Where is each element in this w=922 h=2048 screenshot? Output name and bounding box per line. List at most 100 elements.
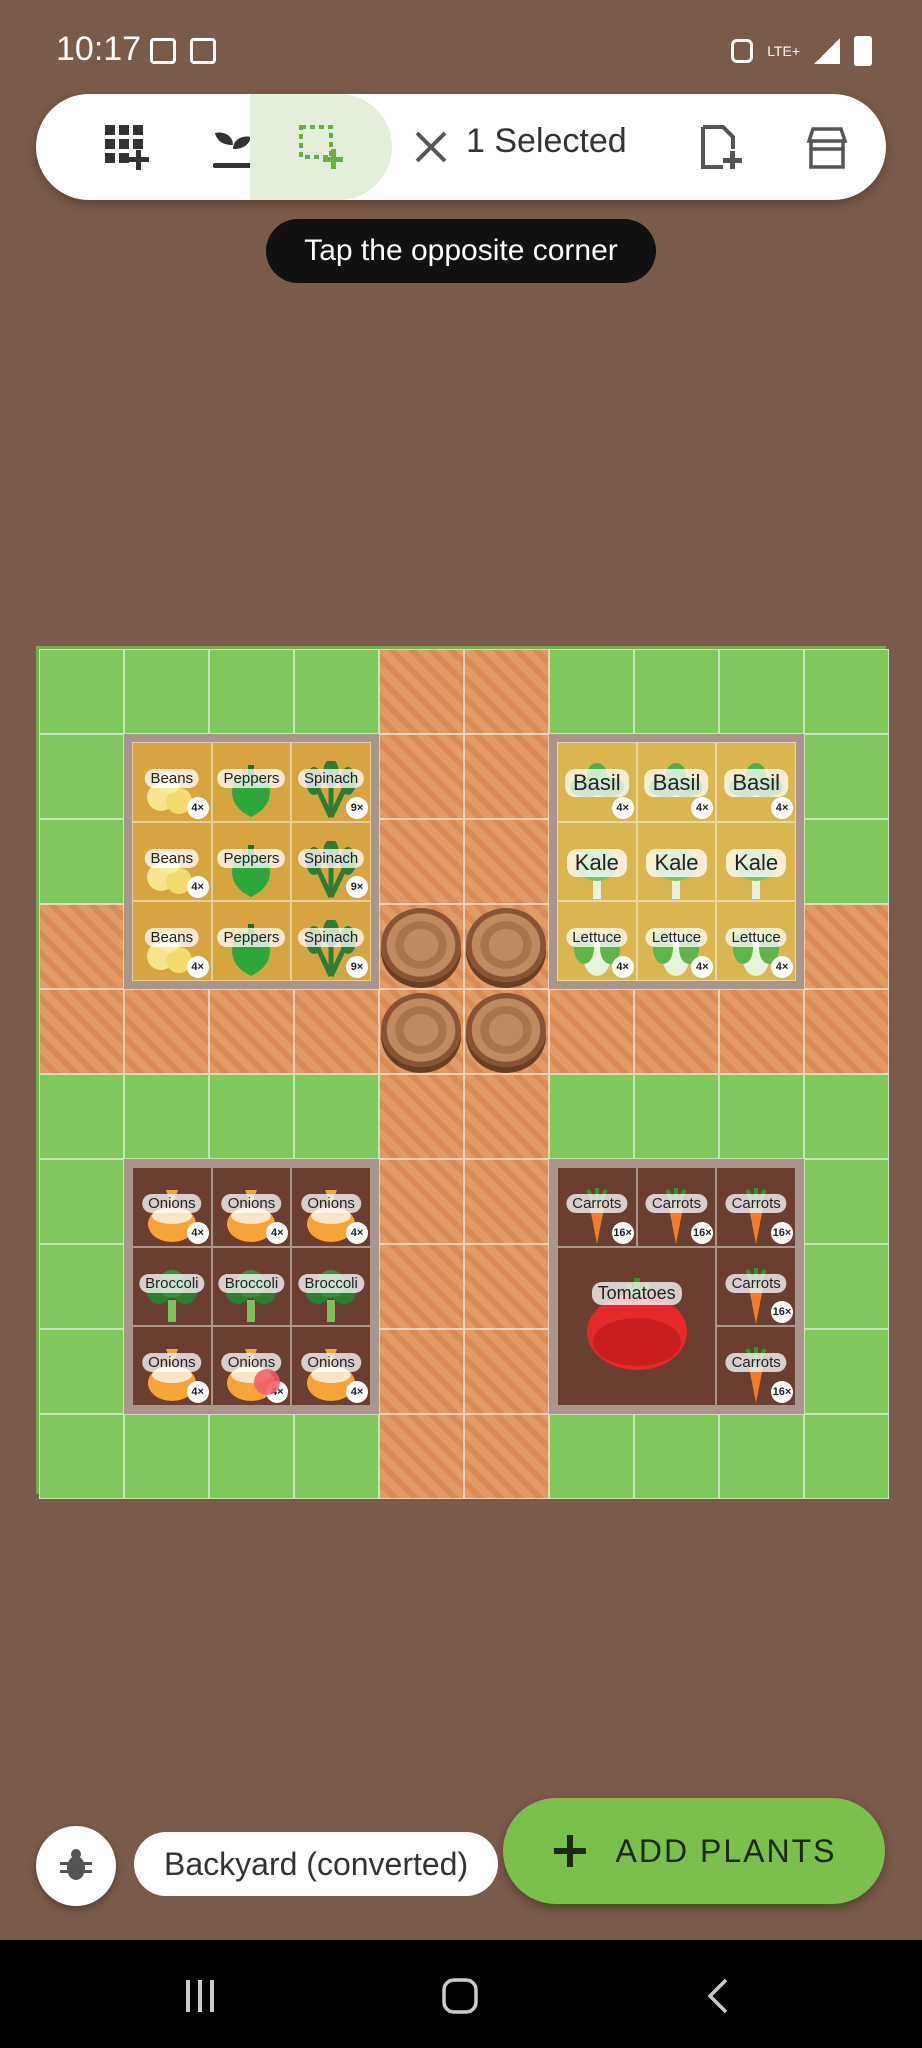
path-cell[interactable]	[464, 1244, 549, 1329]
back-icon[interactable]	[700, 1976, 740, 2016]
home-icon[interactable]	[440, 1976, 480, 2016]
path-cell[interactable]	[634, 989, 719, 1074]
plant-cell-basil[interactable]: Basil 4×	[557, 742, 637, 822]
tree-stump[interactable]	[381, 993, 461, 1067]
grass-cell[interactable]	[804, 1159, 889, 1244]
grass-cell[interactable]	[804, 1329, 889, 1414]
plant-cell-broccoli[interactable]: Broccoli	[132, 1246, 212, 1327]
path-cell[interactable]	[464, 1159, 549, 1244]
grass-cell[interactable]	[634, 649, 719, 734]
grass-cell[interactable]	[804, 819, 889, 904]
path-cell[interactable]	[379, 1329, 464, 1414]
grass-cell[interactable]	[39, 1074, 124, 1159]
plant-cell-kale[interactable]: Kale	[636, 821, 717, 902]
path-cell[interactable]	[464, 1414, 549, 1499]
debug-button[interactable]	[36, 1826, 116, 1906]
path-cell[interactable]	[379, 1074, 464, 1159]
tree-stump[interactable]	[381, 908, 461, 982]
plant-cell-broccoli[interactable]: Broccoli	[291, 1246, 371, 1327]
plant-cell-carrots[interactable]: Carrots 16×	[716, 1326, 796, 1406]
tree-stump[interactable]	[466, 993, 546, 1067]
grass-cell[interactable]	[719, 1414, 804, 1499]
grass-cell[interactable]	[294, 1074, 379, 1159]
path-cell[interactable]	[209, 989, 294, 1074]
path-cell[interactable]	[464, 819, 549, 904]
grass-cell[interactable]	[719, 649, 804, 734]
garden-grid[interactable]: Beans 4× Peppers Spinach 9× Beans 4× Peppers Spi…	[36, 646, 889, 1499]
plant-cell-carrots[interactable]: Carrots 16×	[716, 1167, 796, 1247]
recent-apps-icon[interactable]	[180, 1976, 220, 2016]
plant-cell-kale[interactable]: Kale	[716, 821, 796, 902]
path-cell[interactable]	[804, 989, 889, 1074]
plant-cell-onions[interactable]: Onions 4×	[211, 1167, 292, 1247]
grass-cell[interactable]	[804, 649, 889, 734]
path-cell[interactable]	[379, 819, 464, 904]
grass-cell[interactable]	[294, 1414, 379, 1499]
grass-cell[interactable]	[634, 1414, 719, 1499]
path-cell[interactable]	[719, 989, 804, 1074]
plant-cell-beans[interactable]: Beans 4×	[132, 742, 212, 822]
plant-cell-carrots[interactable]: Carrots 16×	[557, 1167, 637, 1247]
path-cell[interactable]	[379, 649, 464, 734]
path-cell[interactable]	[549, 989, 634, 1074]
grass-cell[interactable]	[39, 1329, 124, 1414]
add-plants-button[interactable]: ADD PLANTS	[503, 1798, 885, 1904]
grass-cell[interactable]	[124, 649, 209, 734]
plant-cell-onions[interactable]: Onions 4×	[291, 1326, 371, 1406]
path-cell[interactable]	[39, 904, 124, 989]
grass-cell[interactable]	[804, 1074, 889, 1159]
grass-cell[interactable]	[804, 1414, 889, 1499]
grass-cell[interactable]	[549, 649, 634, 734]
path-cell[interactable]	[124, 989, 209, 1074]
plant-cell-peppers[interactable]: Peppers	[211, 742, 292, 822]
grass-cell[interactable]	[294, 649, 379, 734]
path-cell[interactable]	[464, 1074, 549, 1159]
path-cell[interactable]	[804, 904, 889, 989]
garden-name-chip[interactable]: Backyard (converted)	[134, 1832, 499, 1896]
new-bed-button[interactable]	[668, 94, 774, 200]
path-cell[interactable]	[464, 1329, 549, 1414]
path-cell[interactable]	[464, 734, 549, 819]
grass-cell[interactable]	[804, 1244, 889, 1329]
path-cell[interactable]	[464, 649, 549, 734]
grass-cell[interactable]	[124, 1414, 209, 1499]
plant-cell-beans[interactable]: Beans 4×	[132, 821, 212, 902]
plant-cell-basil[interactable]: Basil 4×	[716, 742, 796, 822]
grass-cell[interactable]	[124, 1074, 209, 1159]
grass-cell[interactable]	[804, 734, 889, 819]
plant-cell-onions[interactable]: Onions 4×	[211, 1326, 292, 1406]
tree-stump[interactable]	[466, 908, 546, 982]
store-button[interactable]	[774, 94, 880, 200]
grass-cell[interactable]	[209, 1414, 294, 1499]
plant-cell-lettuce[interactable]: Lettuce 4×	[716, 901, 796, 981]
plant-cell-peppers[interactable]: Peppers	[211, 901, 292, 981]
path-cell[interactable]	[39, 989, 124, 1074]
grass-cell[interactable]	[39, 1159, 124, 1244]
plant-cell-carrots[interactable]: Carrots 16×	[716, 1246, 796, 1327]
path-cell[interactable]	[379, 1244, 464, 1329]
plant-cell-spinach[interactable]: Spinach 9×	[291, 742, 371, 822]
plant-cell-spinach[interactable]: Spinach 9×	[291, 821, 371, 902]
plant-cell-lettuce[interactable]: Lettuce 4×	[636, 901, 717, 981]
path-cell[interactable]	[379, 1159, 464, 1244]
grass-cell[interactable]	[549, 1074, 634, 1159]
plant-cell-onions[interactable]: Onions 4×	[132, 1167, 212, 1247]
path-cell[interactable]	[294, 989, 379, 1074]
path-cell[interactable]	[379, 1414, 464, 1499]
grass-cell[interactable]	[549, 1414, 634, 1499]
grass-cell[interactable]	[39, 734, 124, 819]
grass-cell[interactable]	[719, 1074, 804, 1159]
plant-cell-beans[interactable]: Beans 4×	[132, 901, 212, 981]
grass-cell[interactable]	[39, 819, 124, 904]
path-cell[interactable]	[379, 734, 464, 819]
plant-cell-lettuce[interactable]: Lettuce 4×	[557, 901, 637, 981]
grass-cell[interactable]	[209, 1074, 294, 1159]
grass-cell[interactable]	[634, 1074, 719, 1159]
plant-cell-kale[interactable]: Kale	[557, 821, 637, 902]
grass-cell[interactable]	[209, 649, 294, 734]
grass-cell[interactable]	[39, 1414, 124, 1499]
select-area-button[interactable]	[250, 94, 392, 200]
plant-cell-spinach[interactable]: Spinach 9×	[291, 901, 371, 981]
plant-cell-onions[interactable]: Onions 4×	[132, 1326, 212, 1406]
plant-cell-carrots[interactable]: Carrots 16×	[636, 1167, 717, 1247]
